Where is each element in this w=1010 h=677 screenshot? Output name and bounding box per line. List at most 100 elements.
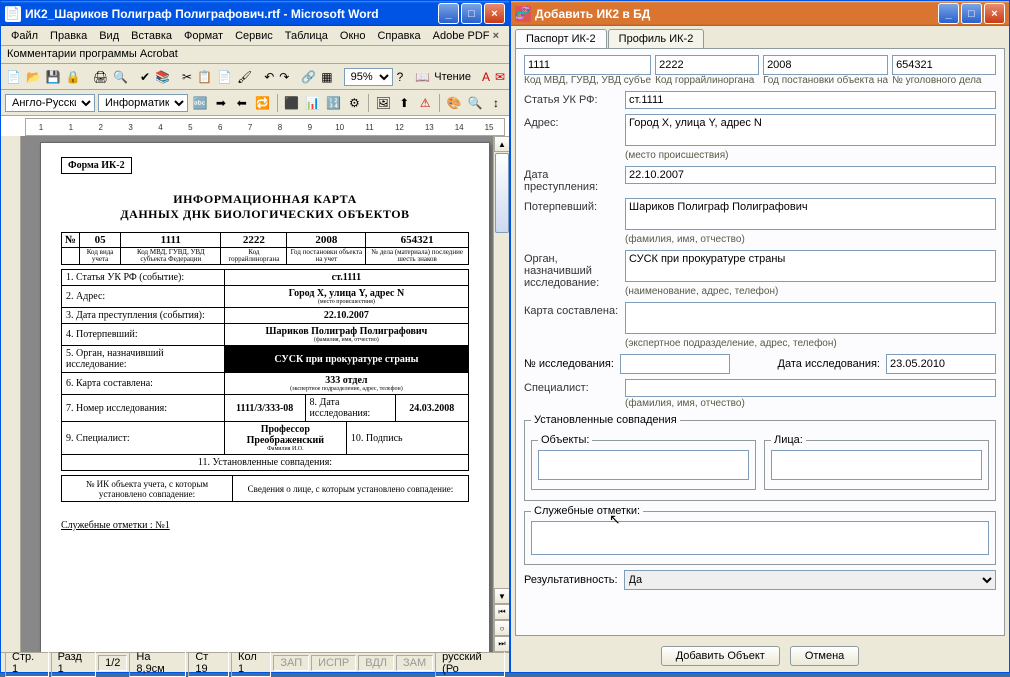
vertical-ruler[interactable] xyxy=(1,136,21,652)
save-icon[interactable]: 💾 xyxy=(45,68,62,86)
form-tag: Форма ИК-2 xyxy=(61,157,132,174)
objects-legend: Объекты: xyxy=(538,434,592,446)
hyperlink-icon[interactable]: 🔗 xyxy=(300,68,317,86)
browse-next-icon[interactable]: ⏭ xyxy=(494,636,509,652)
read-mode-icon[interactable]: 📖 xyxy=(414,68,431,86)
tb-icon-9[interactable]: 🖼 xyxy=(374,94,392,112)
formatting-toolbar: Англо-Русский Информатика 🔤 ➡ ⬅ 🔁 ⬛ 📊 🔢 … xyxy=(1,90,509,116)
new-doc-icon[interactable]: 📄 xyxy=(5,68,22,86)
menu-table[interactable]: Таблица xyxy=(279,28,334,44)
menu-adobe[interactable]: Adobe PDF xyxy=(427,28,496,44)
vertical-scrollbar[interactable]: ▲ ▼ ⏮ ○ ⏭ xyxy=(493,136,509,652)
maximize-button[interactable]: □ xyxy=(461,3,482,24)
organ-input[interactable]: СУСК при прокуратуре страны xyxy=(625,250,996,282)
print-icon[interactable]: 🖨 xyxy=(92,68,109,86)
code-mvd-input[interactable] xyxy=(524,55,651,75)
tables-borders-icon[interactable]: ▦ xyxy=(320,68,333,86)
specialist-label: Специалист: xyxy=(524,379,619,394)
paste-icon[interactable]: 📄 xyxy=(216,68,233,86)
address-input[interactable]: Город X, улица Y, адрес N xyxy=(625,114,996,146)
objects-input[interactable] xyxy=(538,450,749,480)
crimedate-input[interactable] xyxy=(625,166,996,184)
help-icon[interactable]: ? xyxy=(396,68,405,86)
cancel-button[interactable]: Отмена xyxy=(790,646,859,666)
tb-icon-5[interactable]: ⬛ xyxy=(283,94,301,112)
document-page[interactable]: Форма ИК-2 ИНФОРМАЦИОННАЯ КАРТА ДАННЫХ Д… xyxy=(40,142,490,652)
scroll-up-icon[interactable]: ▲ xyxy=(494,136,509,152)
tb-icon-14[interactable]: ↕ xyxy=(487,94,505,112)
menu-tools[interactable]: Сервис xyxy=(229,28,279,44)
tb-icon-7[interactable]: 🔢 xyxy=(325,94,343,112)
menu-format[interactable]: Формат xyxy=(178,28,229,44)
tb-icon-4[interactable]: 🔁 xyxy=(254,94,272,112)
document-area[interactable]: Форма ИК-2 ИНФОРМАЦИОННАЯ КАРТА ДАННЫХ Д… xyxy=(1,136,509,652)
undo-icon[interactable]: ↶ xyxy=(263,68,275,86)
code-gorrai-input[interactable] xyxy=(655,55,759,75)
zoom-combo[interactable]: 95% xyxy=(344,68,393,86)
permissions-icon[interactable]: 🔒 xyxy=(65,68,82,86)
victim-input[interactable]: Шариков Полиграф Полиграфович xyxy=(625,198,996,230)
scroll-down-icon[interactable]: ▼ xyxy=(494,588,509,604)
acrobat-toolbar[interactable]: Комментарии программы Acrobat xyxy=(1,46,509,64)
tb-icon-1[interactable]: 🔤 xyxy=(191,94,209,112)
menu-file[interactable]: Файл xyxy=(5,28,44,44)
browse-select-icon[interactable]: ○ xyxy=(494,620,509,636)
tb-icon-8[interactable]: ⚙ xyxy=(345,94,363,112)
acrobat-create-icon[interactable]: A xyxy=(481,68,491,86)
tb-icon-11[interactable]: ⚠ xyxy=(416,94,434,112)
open-icon[interactable]: 📂 xyxy=(25,68,42,86)
db-maximize-button[interactable]: □ xyxy=(961,3,982,24)
card-input[interactable] xyxy=(625,302,996,334)
db-minimize-button[interactable]: _ xyxy=(938,3,959,24)
copy-icon[interactable]: 📋 xyxy=(196,68,213,86)
tab-passport[interactable]: Паспорт ИК-2 xyxy=(515,29,607,48)
body-table: 1. Статья УК РФ (событие):ст.1111 2. Адр… xyxy=(61,269,469,471)
menu-window[interactable]: Окно xyxy=(334,28,372,44)
address-hint: (место происшествия) xyxy=(625,150,996,161)
tb-icon-10[interactable]: ⬆ xyxy=(395,94,413,112)
persons-input[interactable] xyxy=(771,450,982,480)
card-label: Карта составлена: xyxy=(524,302,619,317)
spellcheck-icon[interactable]: ✔ xyxy=(139,68,151,86)
crimedate-label: Дата преступления: xyxy=(524,166,619,193)
tb-icon-2[interactable]: ➡ xyxy=(212,94,230,112)
resdate-input[interactable] xyxy=(886,354,996,374)
redo-icon[interactable]: ↷ xyxy=(278,68,290,86)
tb-icon-6[interactable]: 📊 xyxy=(304,94,322,112)
minimize-button[interactable]: _ xyxy=(438,3,459,24)
cut-icon[interactable]: ✂ xyxy=(181,68,193,86)
specialist-input[interactable] xyxy=(625,379,996,397)
browse-prev-icon[interactable]: ⏮ xyxy=(494,604,509,620)
word-titlebar[interactable]: 📄 ИК2_Шариков Полиграф Полиграфович.rtf … xyxy=(1,1,509,26)
menu-edit[interactable]: Правка xyxy=(44,28,93,44)
result-select[interactable]: Да xyxy=(624,570,996,590)
doc-title: ИНФОРМАЦИОННАЯ КАРТА xyxy=(61,192,469,207)
tb-icon-3[interactable]: ⬅ xyxy=(233,94,251,112)
close-button[interactable]: × xyxy=(484,3,505,24)
dict2-combo[interactable]: Информатика xyxy=(98,94,188,112)
acrobat-email-icon[interactable]: ✉ xyxy=(494,68,506,86)
tb-icon-13[interactable]: 🔍 xyxy=(466,94,484,112)
read-label[interactable]: Чтение xyxy=(434,71,471,83)
db-close-button[interactable]: × xyxy=(984,3,1005,24)
menu-help[interactable]: Справка xyxy=(371,28,426,44)
menu-view[interactable]: Вид xyxy=(93,28,125,44)
preview-icon[interactable]: 🔍 xyxy=(112,68,129,86)
tab-panel: Код МВД, ГУВД, УВД субъе Код горрайлинор… xyxy=(515,48,1005,636)
menu-insert[interactable]: Вставка xyxy=(125,28,178,44)
resno-input[interactable] xyxy=(620,354,730,374)
code-year-input[interactable] xyxy=(763,55,888,75)
code-caseno-input[interactable] xyxy=(892,55,996,75)
tb-icon-12[interactable]: 🎨 xyxy=(445,94,463,112)
research-icon[interactable]: 📚 xyxy=(154,68,171,86)
horizontal-ruler[interactable]: 1123456789101112131415 xyxy=(25,118,505,136)
article-input[interactable] xyxy=(625,91,996,109)
db-titlebar[interactable]: 🧬 Добавить ИК2 в БД _ □ × xyxy=(511,1,1009,26)
tab-profile[interactable]: Профиль ИК-2 xyxy=(608,29,705,48)
format-painter-icon[interactable]: 🖌 xyxy=(236,68,253,86)
doc-close-icon[interactable]: × xyxy=(487,28,505,44)
scroll-thumb[interactable] xyxy=(495,153,509,233)
service-input[interactable] xyxy=(531,521,989,555)
dict1-combo[interactable]: Англо-Русский xyxy=(5,94,95,112)
add-object-button[interactable]: Добавить Объект xyxy=(661,646,780,666)
